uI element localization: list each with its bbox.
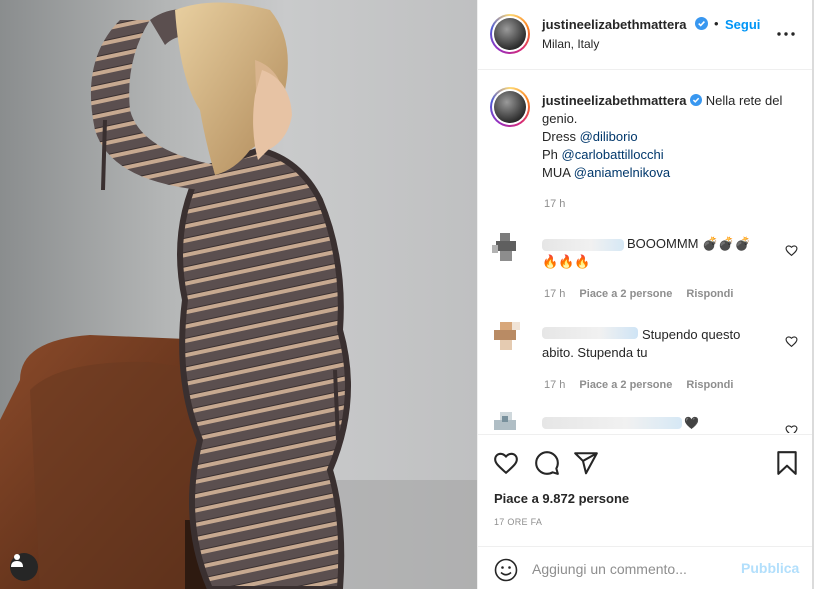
post-timestamp[interactable]: 17 ORE FA <box>494 517 542 527</box>
post-image[interactable] <box>0 0 477 589</box>
comment-avatar[interactable] <box>492 322 520 354</box>
more-options-icon[interactable] <box>776 24 796 44</box>
verified-badge-icon <box>690 94 703 106</box>
bookmark-icon[interactable] <box>774 450 800 476</box>
post-side-panel: justineelizabethmattera • Segui Milan, I… <box>477 0 813 589</box>
comment-avatar[interactable] <box>492 412 520 433</box>
comment-bubble-icon[interactable] <box>534 450 560 476</box>
reply-button[interactable]: Rispondi <box>686 288 733 300</box>
post-actions: Piace a 9.872 persone 17 ORE FA Pubblica <box>478 434 813 589</box>
comments-section[interactable]: justineelizabethmattera Nella rete del g… <box>478 71 813 433</box>
heart-icon[interactable] <box>493 450 519 476</box>
post-header: justineelizabethmattera • Segui Milan, I… <box>478 0 813 70</box>
mention-link[interactable]: @aniamelnikova <box>574 165 670 180</box>
comment-likes[interactable]: Piace a 2 persone <box>579 288 672 300</box>
mention-link[interactable]: @diliborio <box>580 129 638 144</box>
comment-text-line2: 🔥🔥🔥 <box>542 254 591 269</box>
comment-meta: 17 h Piace a 2 persone Rispondi <box>544 288 747 300</box>
post-comment-button[interactable]: Pubblica <box>741 560 799 576</box>
caption-time[interactable]: 17 h <box>544 198 565 210</box>
comment-text: 🖤 <box>684 416 699 430</box>
comment-time[interactable]: 17 h <box>544 288 565 300</box>
avatar[interactable] <box>490 14 530 54</box>
caption-username[interactable]: justineelizabethmattera <box>542 93 687 108</box>
comment-avatar[interactable] <box>492 233 520 265</box>
smiley-icon[interactable] <box>494 558 518 582</box>
paper-plane-icon[interactable] <box>573 450 599 476</box>
comment-time[interactable]: 17 h <box>544 379 565 391</box>
caption-avatar[interactable] <box>490 87 530 127</box>
add-comment-bar: Pubblica <box>478 546 813 589</box>
caption-mua-label: MUA <box>542 165 571 180</box>
blurred-username[interactable] <box>542 417 682 429</box>
comment-text-line2: abito. Stupenda tu <box>542 345 648 360</box>
caption-ph-label: Ph <box>542 147 558 162</box>
comment-input[interactable] <box>532 558 732 580</box>
blurred-username[interactable] <box>542 327 638 339</box>
likes-count[interactable]: Piace a 9.872 persone <box>494 491 629 506</box>
separator-dot: • <box>714 16 719 31</box>
location-link[interactable]: Milan, Italy <box>542 37 599 51</box>
comment-meta: 17 h Piace a 2 persone Rispondi <box>544 379 747 391</box>
comment-text: Stupendo questo <box>642 327 741 342</box>
comment-like-heart-icon[interactable] <box>785 335 798 348</box>
post-photo-illustration <box>0 2 477 589</box>
reply-button[interactable]: Rispondi <box>686 379 733 391</box>
verified-badge-icon <box>695 17 708 30</box>
user-tag-button[interactable] <box>10 553 38 581</box>
person-icon <box>11 554 23 567</box>
comment-text: BOOOMMM 💣💣💣 <box>627 236 751 251</box>
caption-dress-label: Dress <box>542 129 576 144</box>
comment-like-heart-icon[interactable] <box>785 424 798 433</box>
caption-text: justineelizabethmattera Nella rete del g… <box>542 92 804 182</box>
comment-like-heart-icon[interactable] <box>785 244 798 257</box>
header-username[interactable]: justineelizabethmattera <box>542 17 687 32</box>
follow-button[interactable]: Segui <box>725 17 760 32</box>
blurred-username[interactable] <box>542 239 624 251</box>
mention-link[interactable]: @carlobattillocchi <box>562 147 664 162</box>
comment-likes[interactable]: Piace a 2 persone <box>579 379 672 391</box>
